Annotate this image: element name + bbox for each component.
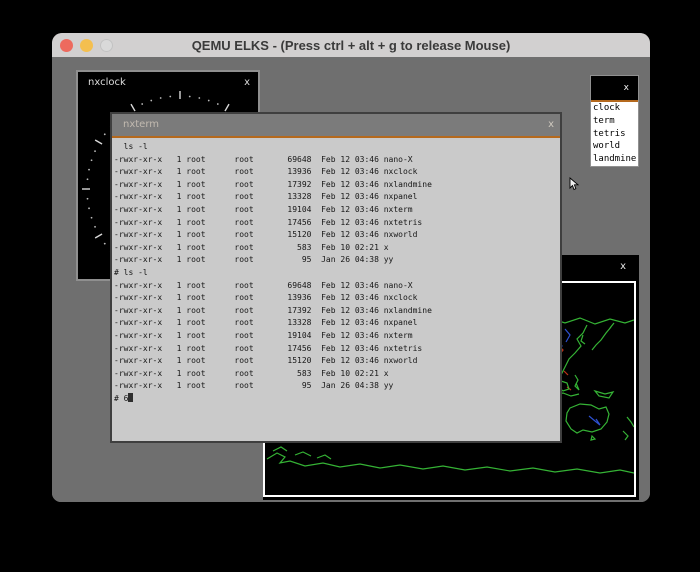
guest-display: nxclock x x <box>52 57 650 502</box>
menu-item-clock[interactable]: clock <box>591 102 638 115</box>
nxterm-close-icon[interactable]: x <box>548 119 554 130</box>
close-traffic-button[interactable] <box>60 39 73 52</box>
terminal-output[interactable]: ls -l -rwxr-xr-x 1 root root 69648 Feb 1… <box>112 138 560 405</box>
menu-item-term[interactable]: term <box>591 115 638 128</box>
nxterm-titlebar[interactable]: nxterm x <box>112 114 560 138</box>
menu-item-list: clocktermtetrisworldlandmine <box>591 102 638 166</box>
nxworld-close-icon[interactable]: x <box>620 261 626 272</box>
minimize-traffic-button[interactable] <box>80 39 93 52</box>
screenshot-root: QEMU ELKS - (Press ctrl + alt + g to rel… <box>0 0 700 572</box>
terminal-prompt-line: # 6 <box>114 394 128 403</box>
nxterm-window[interactable]: nxterm x ls -l -rwxr-xr-x 1 root root 69… <box>110 112 562 443</box>
mouse-cursor-icon <box>569 177 580 191</box>
nxterm-title: nxterm <box>123 119 159 130</box>
terminal-lines: ls -l -rwxr-xr-x 1 root root 69648 Feb 1… <box>114 142 432 390</box>
menu-item-world[interactable]: world <box>591 140 638 153</box>
menu-titlebar[interactable]: x <box>591 76 638 102</box>
qemu-window-title: QEMU ELKS - (Press ctrl + alt + g to rel… <box>192 38 511 53</box>
traffic-lights <box>60 39 113 52</box>
nxpanel-menu-window[interactable]: x clocktermtetrisworldlandmine <box>590 75 639 167</box>
qemu-titlebar[interactable]: QEMU ELKS - (Press ctrl + alt + g to rel… <box>52 33 650 57</box>
menu-item-landmine[interactable]: landmine <box>591 153 638 166</box>
zoom-traffic-button-disabled <box>100 39 113 52</box>
qemu-window: QEMU ELKS - (Press ctrl + alt + g to rel… <box>52 33 650 502</box>
terminal-cursor <box>128 393 133 402</box>
menu-item-tetris[interactable]: tetris <box>591 128 638 141</box>
menu-close-icon[interactable]: x <box>624 83 629 93</box>
